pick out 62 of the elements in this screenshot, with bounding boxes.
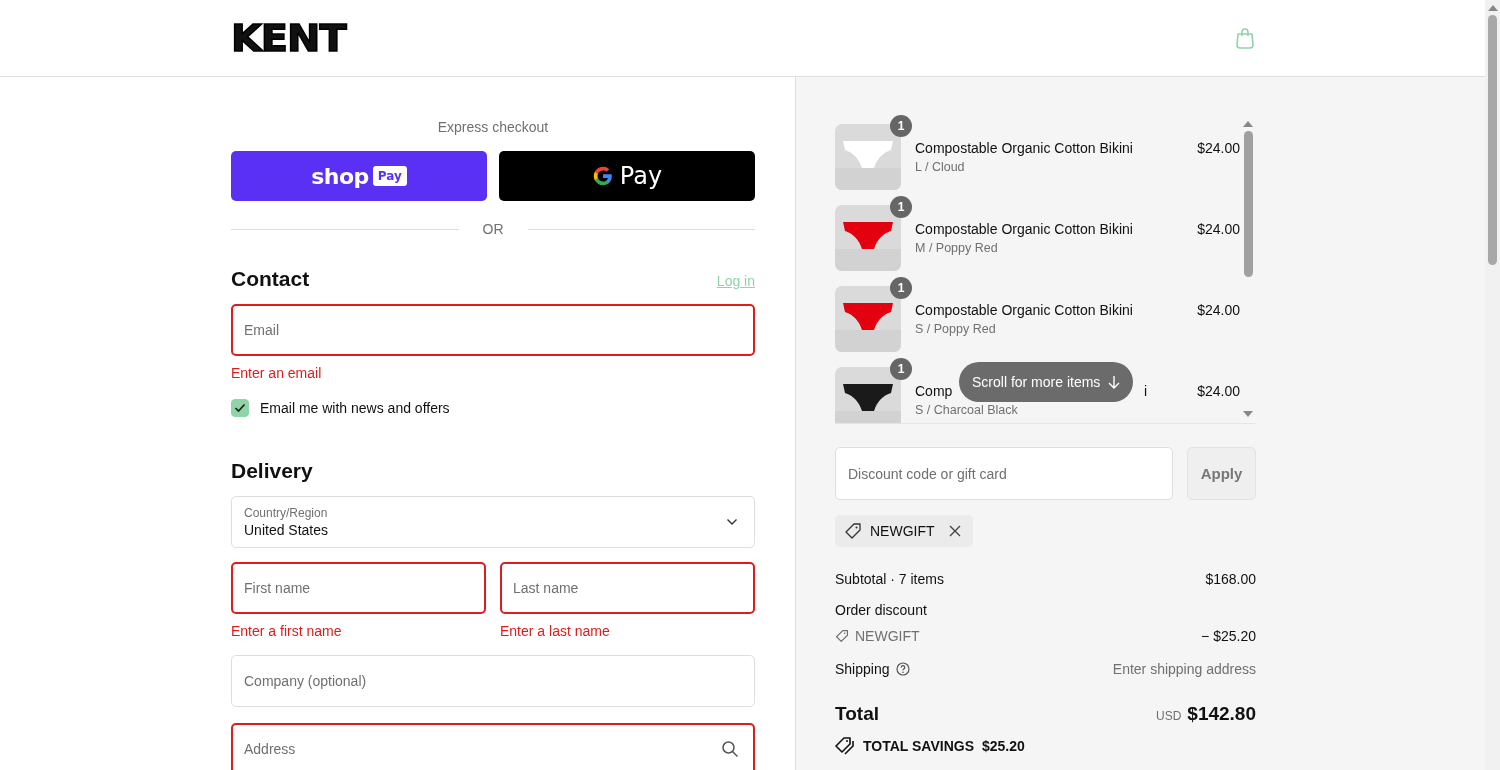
contact-heading: Contact (231, 267, 310, 291)
product-price: $24.00 (1197, 383, 1240, 399)
name-field[interactable]: First name (231, 562, 486, 614)
total-label: Total (835, 703, 879, 725)
search-icon[interactable] (721, 740, 739, 758)
name-field[interactable]: Last name (500, 562, 755, 614)
product-price: $24.00 (1197, 302, 1240, 318)
email-field[interactable]: Email (231, 304, 755, 356)
tags-icon (835, 737, 855, 755)
google-pay-button[interactable]: Pay (499, 151, 755, 201)
product-variant: S / Charcoal Black (915, 403, 1019, 417)
close-icon[interactable] (948, 525, 961, 537)
product-price: $24.00 (1197, 140, 1240, 156)
discount-code: NEWGIFT (855, 628, 920, 644)
scroll-hint-button[interactable]: Scroll for more items (959, 362, 1134, 402)
product-title: i (1144, 383, 1148, 399)
error-message: Enter a last name (500, 623, 611, 639)
subtotal-label: Subtotal · 7 items (835, 571, 944, 587)
product-variant: M / Poppy Red (915, 241, 999, 255)
product-title: Compostable Organic Cotton Bikini (915, 221, 1133, 237)
address-field[interactable]: Address (231, 723, 755, 770)
product-variant: L / Cloud (915, 160, 966, 174)
tag-icon (835, 629, 849, 643)
product-price: $24.00 (1197, 221, 1240, 237)
discount-amount: − $25.20 (1201, 628, 1256, 644)
quantity-badge: 1 (890, 358, 912, 380)
quantity-badge: 1 (890, 115, 912, 137)
quantity-badge: 1 (890, 196, 912, 218)
product-title: Compostable Organic Cotton Bikini (915, 302, 1133, 318)
error-message: Enter an email (231, 365, 323, 381)
express-checkout-title: Express checkout (436, 119, 550, 135)
discount-field[interactable]: Discount code or gift card (835, 447, 1173, 500)
discount-label: Order discount (835, 602, 927, 618)
tag-icon (844, 522, 862, 540)
shipping-value: Enter shipping address (1112, 661, 1256, 677)
arrow-down-icon (1108, 375, 1121, 389)
checkbox[interactable] (231, 399, 249, 417)
product-variant: S / Poppy Red (915, 322, 997, 336)
total-value: $142.80 (1187, 703, 1256, 725)
shop-pay-button[interactable]: shop Pay (231, 151, 487, 201)
help-icon[interactable] (895, 662, 910, 676)
discount-tag: NEWGIFT (835, 515, 973, 547)
shipping-label: Shipping (835, 661, 890, 677)
page-scrollbar[interactable] (1485, 0, 1500, 770)
apply-button[interactable]: Apply (1187, 447, 1256, 500)
subtotal-value: $168.00 (1205, 571, 1256, 587)
savings-label: TOTAL SAVINGS (863, 738, 974, 754)
savings-value: $25.20 (982, 738, 1025, 754)
country-select[interactable]: Country/Region United States (231, 496, 755, 548)
product-title: Compostable Organic Cotton Bikini (915, 140, 1133, 156)
currency-label: USD (1155, 709, 1182, 723)
company-field[interactable]: Company (optional) (231, 655, 755, 707)
delivery-heading: Delivery (231, 459, 314, 483)
store-logo[interactable]: KENT (231, 19, 346, 57)
chevron-down-icon (726, 518, 738, 526)
quantity-badge: 1 (890, 277, 912, 299)
scrollbar[interactable] (1243, 121, 1253, 417)
google-g-icon (591, 165, 614, 187)
divider-label: OR (481, 221, 505, 237)
error-message: Enter a first name (231, 623, 343, 639)
checkmark-icon (234, 403, 246, 413)
checkbox-label: Email me with news and offers (260, 400, 450, 416)
